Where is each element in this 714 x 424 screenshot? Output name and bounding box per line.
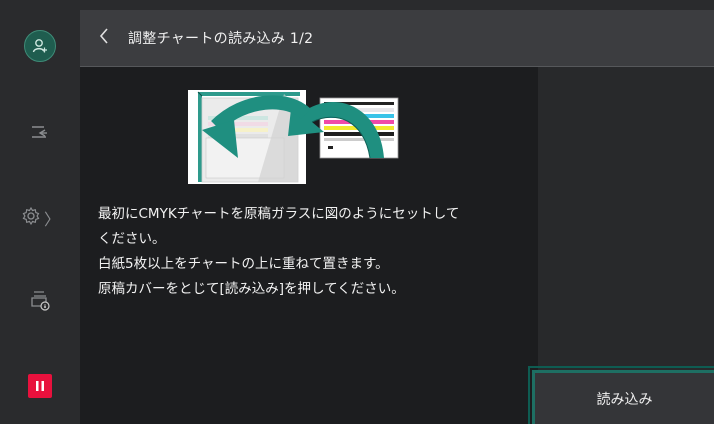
device-info-button[interactable]: [0, 274, 80, 330]
device-info-icon: [29, 288, 51, 316]
instruction-line: 白紙5枚以上をチャートの上に重ねて置きます。: [98, 256, 389, 272]
pause-icon: [28, 374, 52, 398]
read-button[interactable]: 読み込み: [532, 370, 714, 424]
chart-placement-illustration: [188, 88, 408, 188]
back-button[interactable]: [80, 10, 128, 66]
pause-button[interactable]: [0, 358, 80, 414]
chevron-right-icon: 〉: [43, 210, 60, 229]
settings-icon: [20, 205, 42, 231]
user-button[interactable]: [0, 18, 80, 74]
instruction-text: 最初にCMYKチャートを原稿ガラスに図のようにセットして ください。 白紙5枚以…: [98, 202, 528, 302]
main-panel: 調整チャートの読み込み 1/2 最初にCMYKチャートを原稿ガラスに図のようにセ…: [80, 10, 714, 424]
job-flow-button[interactable]: [0, 106, 80, 162]
sidebar: 〉: [0, 0, 80, 424]
settings-button[interactable]: 〉: [0, 190, 80, 246]
chevron-left-icon: [98, 27, 110, 49]
instruction-line: 原稿カバーをとじて[読み込み]を押してください。: [98, 281, 405, 297]
job-flow-icon: [29, 122, 51, 146]
user-icon: [24, 30, 56, 62]
header-bar: 調整チャートの読み込み 1/2: [80, 10, 714, 67]
page-title: 調整チャートの読み込み 1/2: [128, 31, 314, 47]
instruction-line: 最初にCMYKチャートを原稿ガラスに図のようにセットして: [98, 206, 460, 222]
instruction-line: ください。: [98, 231, 166, 247]
